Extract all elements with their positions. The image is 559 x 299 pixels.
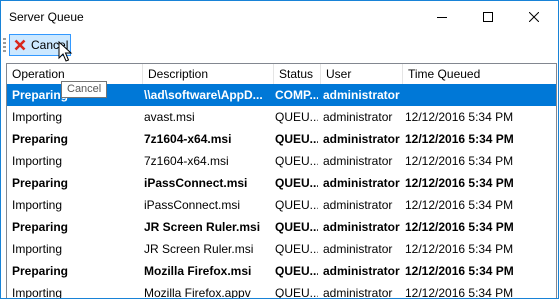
description-cell: avast.msi (144, 110, 195, 124)
description-cell: Mozilla Firefox.msi (144, 264, 252, 278)
time-queued-cell: 12/12/2016 5:34 PM (405, 264, 514, 278)
status-cell: COMP... (275, 88, 318, 102)
status-cell: QUEU... (275, 154, 318, 168)
table-row[interactable]: Preparing iPassConnect.msi QUEU... administ… (7, 172, 556, 194)
user-cell: administrator (323, 154, 393, 168)
operation-cell: Preparing (12, 132, 69, 146)
toolbar-grip[interactable] (3, 38, 6, 54)
description-cell: Mozilla Firefox.appv (144, 286, 251, 299)
maximize-icon (483, 11, 493, 22)
description-cell: JR Screen Ruler.msi (144, 220, 261, 234)
description-cell: iPassConnect.msi (144, 198, 241, 212)
time-queued-cell: 12/12/2016 5:34 PM (405, 176, 514, 190)
operation-cell: Importing (12, 198, 63, 212)
time-queued-cell: 12/12/2016 5:34 PM (405, 132, 514, 146)
title-bar[interactable]: Server Queue (1, 1, 558, 32)
server-queue-window: Server Queue Cancel Operation Descriptio… (0, 0, 559, 299)
table-row[interactable]: Preparing 7z1604-x64.msi QUEU... administra… (7, 128, 556, 150)
close-icon (529, 11, 539, 22)
user-cell: administrator (323, 242, 393, 256)
column-header-description[interactable]: Description (143, 64, 274, 84)
column-header-status[interactable]: Status (274, 64, 321, 84)
description-cell: iPassConnect.msi (144, 176, 248, 190)
description-cell: JR Screen Ruler.msi (144, 242, 254, 256)
table-row[interactable]: Importing Mozilla Firefox.appv QUEU... admi… (7, 282, 556, 299)
operation-cell: Preparing (12, 176, 69, 190)
user-cell: administrator (323, 198, 393, 212)
close-button[interactable] (511, 1, 557, 32)
red-x-icon (14, 39, 26, 51)
user-cell: administrator (323, 132, 400, 146)
table-row[interactable]: Preparing JR Screen Ruler.msi QUEU... admin… (7, 216, 556, 238)
time-queued-cell: 12/12/2016 5:34 PM (405, 220, 514, 234)
user-cell: administrator (323, 286, 393, 299)
operation-cell: Preparing (12, 264, 69, 278)
operation-cell: Importing (12, 286, 63, 299)
toolbar: Cancel (1, 32, 558, 61)
status-cell: QUEU... (275, 264, 318, 278)
time-queued-cell: 12/12/2016 5:34 PM (405, 286, 514, 299)
cancel-tooltip: Cancel (61, 81, 107, 98)
time-queued-cell: 12/12/2016 5:34 PM (405, 198, 514, 212)
status-cell: QUEU... (275, 176, 318, 190)
time-queued-cell: 12/12/2016 5:34 PM (405, 242, 514, 256)
table-row[interactable]: Importing iPassConnect.msi QUEU... administ… (7, 194, 556, 216)
maximize-button[interactable] (465, 1, 511, 32)
operation-cell: Importing (12, 242, 63, 256)
minimize-icon (437, 16, 447, 18)
user-cell: administrator (323, 88, 400, 102)
status-cell: QUEU... (275, 110, 318, 124)
description-cell: 7z1604-x64.msi (144, 154, 229, 168)
table-row[interactable]: Importing JR Screen Ruler.msi QUEU... admin… (7, 238, 556, 260)
minimize-button[interactable] (419, 1, 465, 32)
queue-table[interactable]: Operation Description Status User Time Q… (6, 63, 557, 299)
table-row[interactable]: Importing 7z1604-x64.msi QUEU... administra… (7, 150, 556, 172)
user-cell: administrator (323, 176, 400, 190)
window-title: Server Queue (9, 10, 84, 24)
user-cell: administrator (323, 264, 400, 278)
column-header-user[interactable]: User (321, 64, 403, 84)
column-header-time-queued[interactable]: Time Queued (403, 64, 556, 84)
user-cell: administrator (323, 220, 400, 234)
description-cell: 7z1604-x64.msi (144, 132, 232, 146)
time-queued-cell: 12/12/2016 5:34 PM (405, 154, 514, 168)
description-cell: \\ad\software\AppD... (144, 88, 263, 102)
operation-cell: Importing (12, 154, 63, 168)
time-queued-cell (402, 84, 552, 106)
user-cell: administrator (323, 110, 393, 124)
status-cell: QUEU... (275, 220, 318, 234)
table-row[interactable]: Importing avast.msi QUEU... administrator 12… (7, 106, 556, 128)
status-cell: QUEU... (275, 286, 318, 299)
table-row[interactable]: Preparing Mozilla Firefox.msi QUEU... admin… (7, 260, 556, 282)
time-queued-cell: 12/12/2016 5:34 PM (405, 110, 514, 124)
operation-cell: Preparing (12, 220, 69, 234)
operation-cell: Importing (12, 110, 63, 124)
mouse-pointer-icon (58, 41, 73, 62)
status-cell: QUEU... (275, 132, 318, 146)
status-cell: QUEU... (275, 242, 318, 256)
status-cell: QUEU... (275, 198, 318, 212)
